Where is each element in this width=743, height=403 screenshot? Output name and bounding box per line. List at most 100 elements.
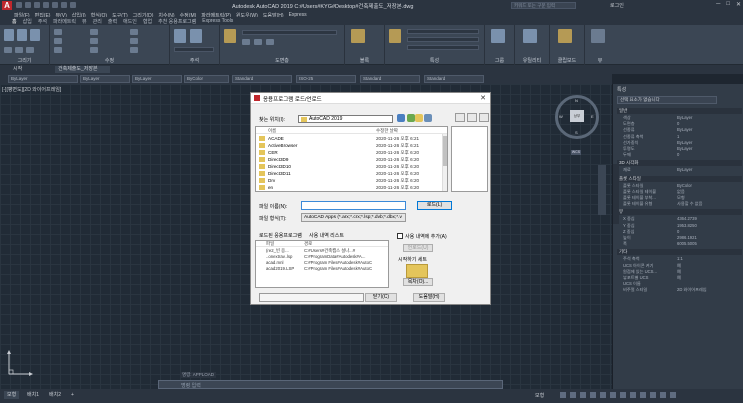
- file-row[interactable]: Direct3D11 2020-11-26 오후 6:20: [256, 170, 444, 177]
- ribbon-tab-addins[interactable]: 애드인: [123, 18, 137, 25]
- property-section[interactable]: 기타: [617, 249, 742, 256]
- lookin-dropdown[interactable]: AutoCAD 2019: [298, 115, 393, 123]
- property-row[interactable]: Y 중심 1953.8250: [621, 223, 741, 229]
- lineweight-icon[interactable]: [610, 392, 616, 398]
- property-row[interactable]: 원점에 있는 UCS... 예: [621, 269, 741, 275]
- annotation-scale-icon[interactable]: [620, 392, 626, 398]
- tab-layout2[interactable]: 배치2: [46, 391, 64, 399]
- layer-dropdown[interactable]: ByLayer: [8, 75, 78, 83]
- sign-in-button[interactable]: 로그인: [610, 2, 624, 9]
- autocad-logo-button[interactable]: A: [2, 1, 12, 10]
- insert-block-icon[interactable]: [351, 29, 365, 43]
- dialog-close-button[interactable]: ✕: [480, 94, 486, 102]
- mirror-icon[interactable]: [90, 38, 98, 44]
- options-icon[interactable]: [479, 113, 489, 122]
- ribbon-tab-collaborate[interactable]: 협업: [143, 18, 152, 25]
- col-path[interactable]: 경로: [304, 241, 312, 247]
- move-icon[interactable]: [54, 29, 62, 35]
- layer-dropdown[interactable]: [242, 30, 337, 35]
- property-row[interactable]: 높이 2986.1921: [621, 235, 741, 241]
- command-line[interactable]: 명령 입력: [158, 380, 503, 389]
- add-to-history-checkbox[interactable]: [397, 233, 403, 239]
- layer-freeze-icon[interactable]: [242, 39, 250, 45]
- filetype-dropdown[interactable]: AutoCAD Apps (*.arx;*.crx;*.lsp;*.dvb;*.…: [301, 213, 406, 222]
- color-dropdown[interactable]: [407, 29, 479, 34]
- ortho-icon[interactable]: [580, 392, 586, 398]
- scale-icon[interactable]: [90, 47, 98, 53]
- ribbon-tab-insert[interactable]: 삽입: [23, 18, 32, 25]
- file-row[interactable]: CER 2020-11-26 오후 6:20: [256, 149, 444, 156]
- ribbon-tab-home[interactable]: 홈: [12, 18, 17, 25]
- minimize-button[interactable]: ─: [716, 1, 720, 8]
- stretch-icon[interactable]: [54, 47, 62, 53]
- text-icon[interactable]: [174, 29, 186, 43]
- property-row[interactable]: 선종류 ByLayer: [621, 127, 741, 133]
- selection-dropdown[interactable]: 선택 요소가 없습니다: [617, 96, 717, 104]
- tab-layout1[interactable]: 배치1: [24, 391, 42, 399]
- panel-layers-label[interactable]: 도면층: [220, 57, 344, 64]
- panel-draw-label[interactable]: 그리기: [0, 57, 49, 64]
- up-folder-icon[interactable]: [407, 114, 415, 122]
- property-row[interactable]: X 중심 4364.2739: [621, 216, 741, 222]
- dim-style-dropdown[interactable]: ISO-25: [296, 75, 356, 83]
- save-as-icon[interactable]: [43, 2, 49, 8]
- file-row[interactable]: Direct3D9 2020-11-26 오후 6:20: [256, 156, 444, 163]
- table-style-dropdown[interactable]: Standard: [360, 75, 420, 83]
- close-button[interactable]: 닫기(C): [365, 293, 397, 302]
- panel-modify-label[interactable]: 수정: [50, 57, 169, 64]
- array-icon[interactable]: [130, 47, 138, 53]
- property-row[interactable]: 폭 6005.5005: [621, 241, 741, 247]
- property-row[interactable]: 재료 ByLayer: [621, 167, 741, 173]
- grid-icon[interactable]: [560, 392, 566, 398]
- briefcase-icon[interactable]: [406, 264, 428, 278]
- viewcube[interactable]: 상부 N S E W: [555, 95, 599, 139]
- tab-history-list[interactable]: 사용 내역 리스트: [309, 232, 344, 239]
- back-icon[interactable]: [397, 114, 405, 122]
- polyline-icon[interactable]: [17, 29, 27, 41]
- ribbon-tab-annotate[interactable]: 주석: [38, 18, 47, 25]
- property-row[interactable]: 비주얼 스타일 2D 와이어프레임: [621, 287, 741, 293]
- text-style-dropdown[interactable]: Standard: [232, 75, 292, 83]
- command-input[interactable]: 명령 입력: [181, 382, 201, 389]
- property-row[interactable]: 도면층 0: [621, 121, 741, 127]
- loaded-apps-list[interactable]: 파일 경로 (re2_빈 응... C:#Users#건축캡스 설나...# ..o…: [255, 240, 389, 288]
- linetype-dropdown[interactable]: ByLayer: [132, 75, 182, 83]
- property-section[interactable]: 일반: [617, 108, 742, 114]
- panel-clipboard-label[interactable]: 클립보드: [550, 57, 584, 64]
- viewcube-south[interactable]: S: [575, 130, 578, 135]
- locations-icon[interactable]: [467, 113, 477, 122]
- wcs-dropdown[interactable]: WCS: [571, 150, 581, 155]
- contents-button[interactable]: 목차(O)...: [403, 278, 433, 286]
- dialog-title-bar[interactable]: 응용프로그램 로드/언로드 ✕: [251, 93, 490, 104]
- dimension-icon[interactable]: [190, 29, 202, 43]
- property-section[interactable]: 뷰: [617, 209, 742, 216]
- property-row[interactable]: 플롯 스타일 ByColor: [621, 183, 741, 189]
- open-icon[interactable]: [25, 2, 31, 8]
- search-input[interactable]: 키워드 또는 구문 입력: [511, 2, 576, 9]
- fillet-icon[interactable]: [130, 38, 138, 44]
- property-row[interactable]: 플롯 스타일 테이블 없음: [621, 189, 741, 195]
- viewcube-top-face[interactable]: 상부: [570, 110, 584, 122]
- file-row[interactable]: Direct3D10 2020-11-26 오후 6:20: [256, 163, 444, 170]
- property-row[interactable]: 두께 0: [621, 152, 741, 158]
- load-button[interactable]: 로드(L): [417, 201, 452, 210]
- view-icon[interactable]: [591, 29, 605, 43]
- property-row[interactable]: 투명도 ByLayer: [621, 146, 741, 152]
- find-file-icon[interactable]: [455, 113, 465, 122]
- undo-icon[interactable]: [61, 2, 67, 8]
- panel-groups-label[interactable]: 그룹: [485, 57, 514, 64]
- file-row[interactable]: ACADE 2020-11-26 오후 6:21: [256, 135, 444, 142]
- arc-icon[interactable]: [4, 47, 12, 53]
- file-list[interactable]: 이름 수정한 날짜 ACADE 2020-11-26 오후 6:21 ActiveB…: [255, 126, 448, 192]
- tab-loaded-applications[interactable]: 로드된 응용프로그램: [259, 232, 302, 239]
- view-menu-icon[interactable]: [424, 114, 432, 122]
- scroll-thumb[interactable]: [443, 136, 447, 166]
- customize-icon[interactable]: [670, 392, 676, 398]
- loaded-app-row[interactable]: acad2019.LSP C:#Program Files#Autodesk#Au…: [256, 266, 386, 272]
- rectangle-icon[interactable]: [15, 47, 23, 53]
- property-row[interactable]: UCS 아이콘 켜기 예: [621, 263, 741, 269]
- viewcube-east[interactable]: E: [591, 114, 594, 119]
- tab-drawing[interactable]: 건축제출도_저장본: [55, 66, 110, 73]
- osnap-icon[interactable]: [600, 392, 606, 398]
- hardware-accel-icon[interactable]: [650, 392, 656, 398]
